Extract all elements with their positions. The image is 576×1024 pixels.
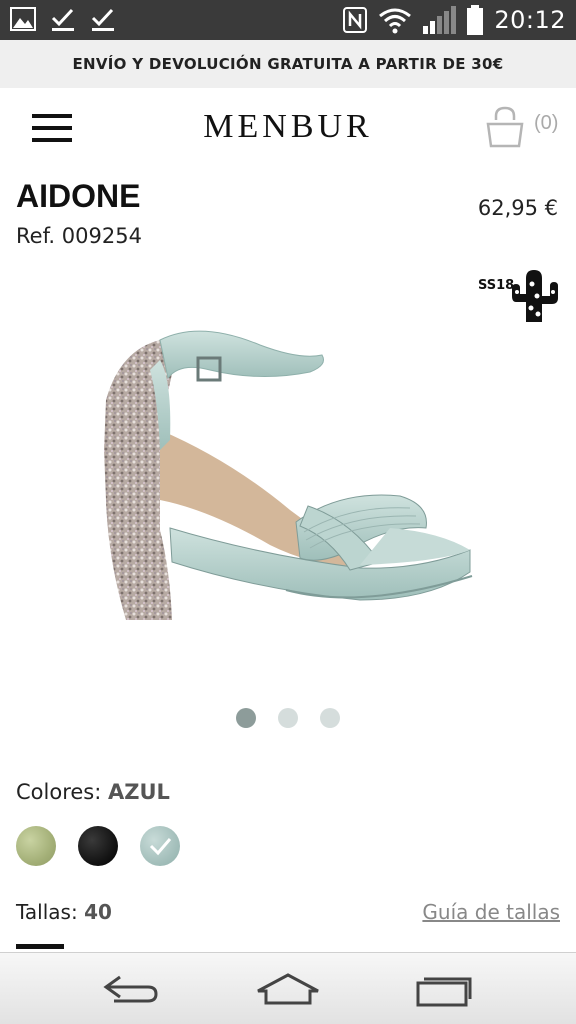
promo-banner: ENVÍO Y DEVOLUCIÓN GRATUITA A PARTIR DE … — [0, 40, 576, 88]
selected-color: AZUL — [108, 780, 170, 804]
status-bar: 20:12 — [0, 0, 576, 40]
gallery-dot[interactable] — [236, 708, 256, 728]
color-swatch-black[interactable] — [78, 826, 118, 866]
cart-count[interactable]: (0) — [534, 112, 558, 135]
product-name: AIDONE — [16, 178, 141, 214]
size-guide-link[interactable]: Guía de tallas — [422, 900, 560, 924]
gallery-dot[interactable] — [320, 708, 340, 728]
signal-icon — [423, 6, 457, 34]
product-ref: Ref. 009254 — [16, 224, 142, 248]
sizes-label-text: Tallas: — [16, 900, 78, 924]
color-swatch-blue[interactable] — [140, 826, 180, 866]
wifi-icon — [379, 8, 412, 34]
back-icon[interactable] — [100, 969, 164, 1009]
colors-label: Colores: AZUL — [16, 780, 170, 804]
color-swatch-green[interactable] — [16, 826, 56, 866]
product-image[interactable] — [60, 300, 500, 660]
cactus-icon — [512, 270, 558, 322]
site-header: MENBUR (0) — [0, 88, 576, 168]
shopping-bag-icon[interactable] — [482, 104, 528, 150]
nfc-icon — [343, 7, 368, 33]
gallery-icon — [10, 7, 36, 31]
sizes-label: Tallas: 40 — [16, 900, 112, 924]
gallery-dot[interactable] — [278, 708, 298, 728]
clock: 20:12 — [494, 6, 566, 34]
download-check-icon — [91, 8, 114, 31]
promo-text: ENVÍO Y DEVOLUCIÓN GRATUITA A PARTIR DE … — [72, 55, 504, 73]
android-nav-bar — [0, 952, 576, 1024]
selected-size: 40 — [84, 900, 112, 924]
gallery-pagination — [0, 708, 576, 732]
color-swatches — [16, 826, 180, 866]
colors-label-text: Colores: — [16, 780, 102, 804]
battery-icon — [467, 5, 484, 35]
product-price: 62,95 € — [477, 196, 558, 220]
download-check-icon — [51, 8, 74, 31]
recent-apps-icon[interactable] — [412, 969, 476, 1009]
size-tab-indicator — [16, 944, 64, 949]
home-icon[interactable] — [256, 969, 320, 1009]
checkmark-icon — [149, 838, 172, 856]
